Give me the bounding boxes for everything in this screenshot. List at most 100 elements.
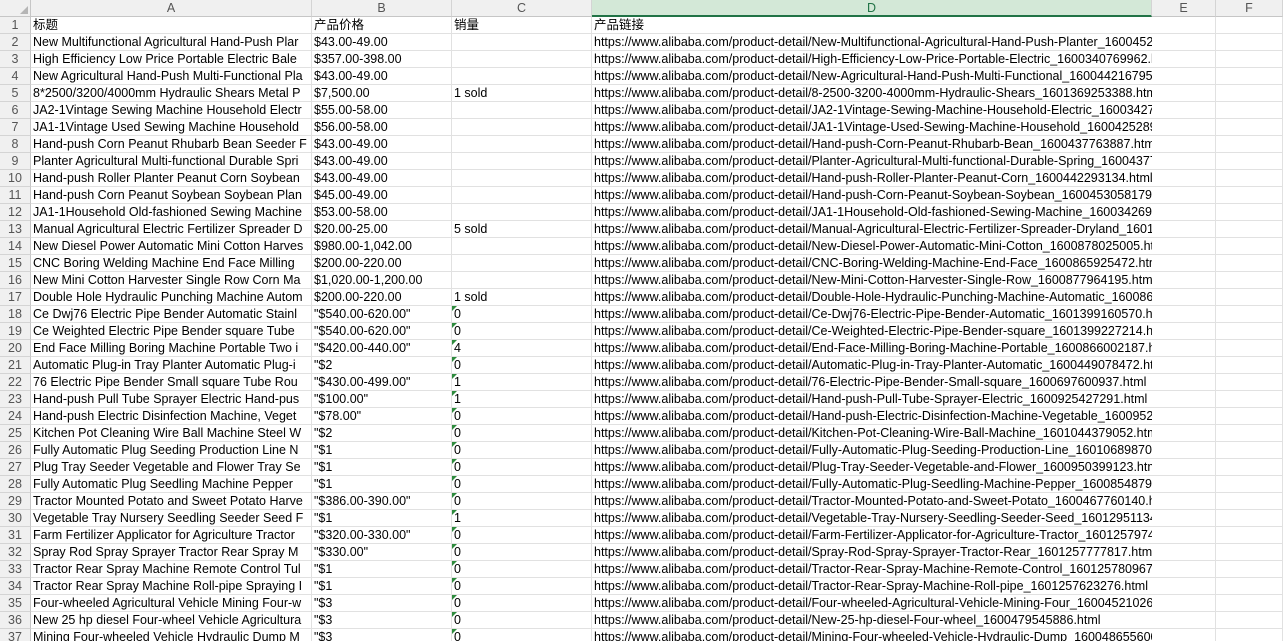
- price-cell[interactable]: $45.00-49.00: [312, 187, 452, 204]
- empty-cell[interactable]: [1216, 527, 1283, 544]
- select-all-corner[interactable]: [0, 0, 31, 17]
- sales-header-cell[interactable]: 销量: [452, 17, 592, 34]
- link-cell[interactable]: https://www.alibaba.com/product-detail/V…: [592, 510, 1198, 527]
- row-number[interactable]: 8: [0, 136, 31, 153]
- price-cell[interactable]: "$540.00-620.00": [312, 306, 452, 323]
- price-cell[interactable]: $43.00-49.00: [312, 68, 452, 85]
- price-cell[interactable]: "$540.00-620.00": [312, 323, 452, 340]
- price-cell[interactable]: $20.00-25.00: [312, 221, 452, 238]
- sales-cell[interactable]: 0: [452, 544, 592, 561]
- title-cell[interactable]: Manual Agricultural Electric Fertilizer …: [31, 221, 312, 238]
- title-cell[interactable]: End Face Milling Boring Machine Portable…: [31, 340, 312, 357]
- row-number[interactable]: 36: [0, 612, 31, 629]
- price-cell[interactable]: $7,500.00: [312, 85, 452, 102]
- empty-cell[interactable]: [1216, 289, 1283, 306]
- sales-cell[interactable]: 0: [452, 561, 592, 578]
- link-cell[interactable]: https://www.alibaba.com/product-detail/F…: [592, 442, 1193, 459]
- price-cell[interactable]: $1,020.00-1,200.00: [312, 272, 452, 289]
- empty-cell[interactable]: [1216, 544, 1283, 561]
- link-cell[interactable]: https://www.alibaba.com/product-detail/A…: [592, 357, 1167, 374]
- title-cell[interactable]: Hand-push Corn Peanut Rhubarb Bean Seede…: [31, 136, 312, 153]
- price-cell[interactable]: "$1: [312, 578, 452, 595]
- row-number[interactable]: 20: [0, 340, 31, 357]
- price-cell[interactable]: $43.00-49.00: [312, 170, 452, 187]
- title-cell[interactable]: Hand-push Roller Planter Peanut Corn Soy…: [31, 170, 312, 187]
- price-cell[interactable]: "$3: [312, 595, 452, 612]
- title-cell[interactable]: New 25 hp diesel Four-wheel Vehicle Agri…: [31, 612, 312, 629]
- empty-cell[interactable]: [1152, 34, 1216, 51]
- price-cell[interactable]: $43.00-49.00: [312, 153, 452, 170]
- empty-cell[interactable]: [1216, 221, 1283, 238]
- empty-cell[interactable]: [1152, 340, 1216, 357]
- link-header-cell[interactable]: 产品链接: [592, 17, 1152, 34]
- link-cell[interactable]: https://www.alibaba.com/product-detail/8…: [592, 85, 1160, 102]
- sales-cell[interactable]: [452, 238, 592, 255]
- title-cell[interactable]: Planter Agricultural Multi-functional Du…: [31, 153, 312, 170]
- empty-cell[interactable]: [1152, 68, 1216, 85]
- title-cell[interactable]: JA1-1Vintage Used Sewing Machine Househo…: [31, 119, 312, 136]
- link-cell[interactable]: https://www.alibaba.com/product-detail/N…: [592, 34, 1222, 51]
- title-header-cell[interactable]: 标题: [31, 17, 312, 34]
- sales-cell[interactable]: 0: [452, 306, 592, 323]
- row-number[interactable]: 2: [0, 34, 31, 51]
- title-cell[interactable]: New Mini Cotton Harvester Single Row Cor…: [31, 272, 312, 289]
- price-cell[interactable]: "$78.00": [312, 408, 452, 425]
- sales-cell[interactable]: 1: [452, 391, 592, 408]
- empty-cell[interactable]: [1152, 357, 1216, 374]
- row-number[interactable]: 22: [0, 374, 31, 391]
- title-cell[interactable]: Double Hole Hydraulic Punching Machine A…: [31, 289, 312, 306]
- empty-cell[interactable]: [1152, 323, 1216, 340]
- empty-cell[interactable]: [1216, 629, 1283, 641]
- title-cell[interactable]: Farm Fertilizer Applicator for Agricultu…: [31, 527, 312, 544]
- row-number[interactable]: 19: [0, 323, 31, 340]
- title-cell[interactable]: New Multifunctional Agricultural Hand-Pu…: [31, 34, 312, 51]
- empty-cell[interactable]: [1152, 544, 1216, 561]
- price-cell[interactable]: $43.00-49.00: [312, 136, 452, 153]
- link-cell[interactable]: https://www.alibaba.com/product-detail/M…: [592, 221, 1243, 238]
- sales-cell[interactable]: 0: [452, 408, 592, 425]
- row-number[interactable]: 30: [0, 510, 31, 527]
- link-cell[interactable]: https://www.alibaba.com/product-detail/7…: [592, 374, 1152, 391]
- empty-cell[interactable]: [1216, 323, 1283, 340]
- link-cell[interactable]: https://www.alibaba.com/product-detail/J…: [592, 204, 1207, 221]
- sales-cell[interactable]: [452, 34, 592, 51]
- link-cell[interactable]: https://www.alibaba.com/product-detail/H…: [592, 391, 1152, 408]
- empty-cell[interactable]: [1216, 187, 1283, 204]
- empty-cell[interactable]: [1216, 238, 1283, 255]
- empty-cell[interactable]: [1216, 357, 1283, 374]
- empty-cell[interactable]: [1216, 561, 1283, 578]
- row-number[interactable]: 5: [0, 85, 31, 102]
- sales-cell[interactable]: 0: [452, 442, 592, 459]
- price-cell[interactable]: "$1: [312, 561, 452, 578]
- link-cell[interactable]: https://www.alibaba.com/product-detail/J…: [592, 102, 1216, 119]
- empty-cell[interactable]: [1152, 578, 1216, 595]
- column-header-a[interactable]: A: [31, 0, 312, 17]
- row-number[interactable]: 33: [0, 561, 31, 578]
- sales-cell[interactable]: [452, 136, 592, 153]
- sales-cell[interactable]: [452, 272, 592, 289]
- sales-cell[interactable]: [452, 51, 592, 68]
- link-cell[interactable]: https://www.alibaba.com/product-detail/H…: [592, 408, 1222, 425]
- empty-cell[interactable]: [1152, 85, 1216, 102]
- empty-cell[interactable]: [1216, 391, 1283, 408]
- row-number[interactable]: 10: [0, 170, 31, 187]
- empty-cell[interactable]: [1216, 17, 1283, 34]
- empty-cell[interactable]: [1152, 204, 1216, 221]
- link-cell[interactable]: https://www.alibaba.com/product-detail/C…: [592, 255, 1162, 272]
- link-cell[interactable]: https://www.alibaba.com/product-detail/H…: [592, 170, 1153, 187]
- title-cell[interactable]: Hand-push Pull Tube Sprayer Electric Han…: [31, 391, 312, 408]
- title-cell[interactable]: JA1-1Household Old-fashioned Sewing Mach…: [31, 204, 312, 221]
- price-cell[interactable]: "$1: [312, 442, 452, 459]
- sales-cell[interactable]: 4: [452, 340, 592, 357]
- sales-cell[interactable]: [452, 187, 592, 204]
- empty-cell[interactable]: [1152, 510, 1216, 527]
- title-cell[interactable]: Tractor Rear Spray Machine Roll-pipe Spr…: [31, 578, 312, 595]
- empty-cell[interactable]: [1216, 255, 1283, 272]
- sales-cell[interactable]: [452, 204, 592, 221]
- sales-cell[interactable]: 1: [452, 510, 592, 527]
- empty-cell[interactable]: [1216, 34, 1283, 51]
- row-number[interactable]: 17: [0, 289, 31, 306]
- sales-cell[interactable]: 0: [452, 459, 592, 476]
- title-cell[interactable]: JA2-1Vintage Sewing Machine Household El…: [31, 102, 312, 119]
- row-number[interactable]: 1: [0, 17, 31, 34]
